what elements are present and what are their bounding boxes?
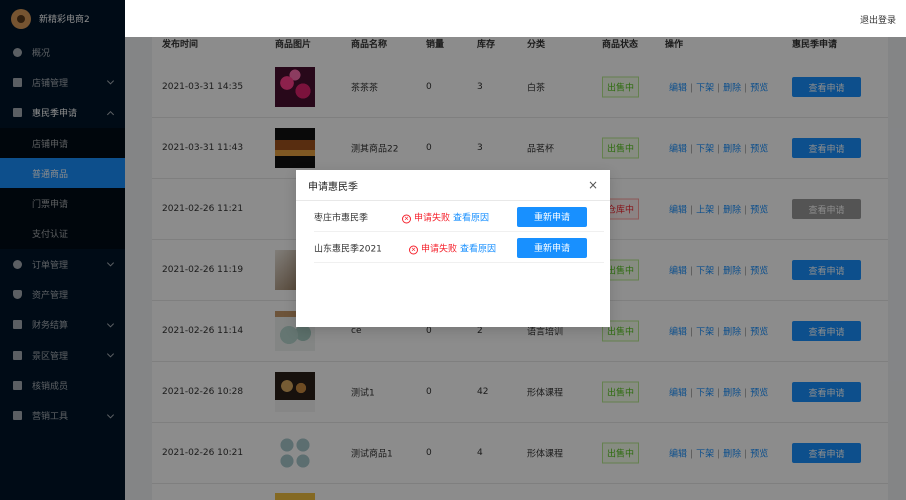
error-circle-icon: ✕ bbox=[402, 214, 411, 223]
apply-status: ✕ 申请失败 查看原因 bbox=[409, 241, 496, 254]
modal-title: 申请惠民季 bbox=[296, 170, 610, 201]
logout-link[interactable]: 退出登录 bbox=[860, 13, 896, 26]
top-header: 退出登录 bbox=[125, 0, 906, 37]
reapply-button[interactable]: 重新申请 bbox=[517, 206, 587, 227]
season-name: 山东惠民季2021 bbox=[314, 244, 382, 254]
apply-modal: 申请惠民季 × 枣庄市惠民季 ✕ 申请失败 查看原因 重新申请 山东惠民季2021 … bbox=[296, 170, 610, 327]
sidebar-overlay bbox=[0, 0, 125, 500]
view-reason-link[interactable]: 查看原因 bbox=[453, 213, 489, 223]
reapply-button[interactable]: 重新申请 bbox=[517, 237, 587, 258]
view-reason-link[interactable]: 查看原因 bbox=[460, 244, 496, 254]
application-row: 枣庄市惠民季 ✕ 申请失败 查看原因 重新申请 bbox=[314, 202, 604, 232]
fail-label: 申请失败 bbox=[414, 213, 451, 223]
apply-status: ✕ 申请失败 查看原因 bbox=[402, 210, 489, 223]
close-icon[interactable]: × bbox=[588, 178, 598, 192]
season-name: 枣庄市惠民季 bbox=[314, 213, 369, 223]
application-row: 山东惠民季2021 ✕ 申请失败 查看原因 重新申请 bbox=[314, 233, 604, 263]
error-circle-icon: ✕ bbox=[409, 245, 418, 254]
fail-label: 申请失败 bbox=[421, 244, 458, 254]
